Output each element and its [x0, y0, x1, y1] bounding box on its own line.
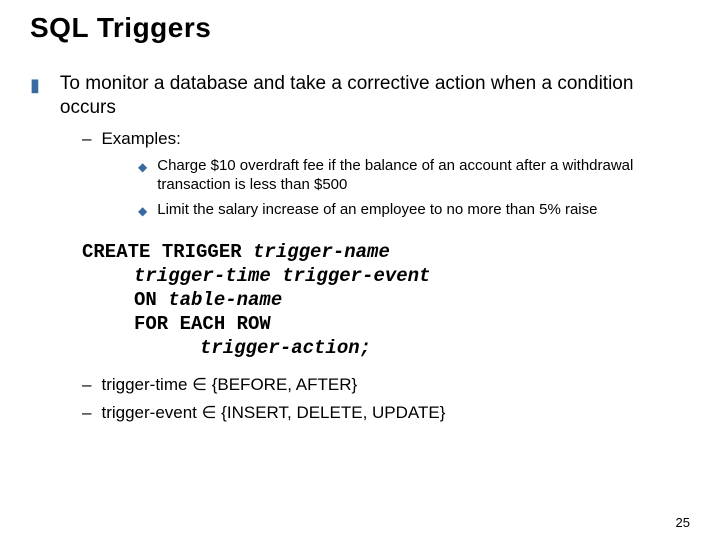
code-block: CREATE TRIGGER trigger-name trigger-time… [30, 240, 690, 360]
set-label: trigger-event [101, 403, 196, 422]
page-number: 25 [676, 515, 690, 530]
bullet-level-3: ◆ Charge $10 overdraft fee if the balanc… [138, 156, 690, 194]
dash-bullet-icon: – [82, 374, 91, 396]
code-line: trigger-action; [200, 336, 690, 360]
set-values: {INSERT, DELETE, UPDATE} [221, 403, 445, 422]
examples-label: Examples: [101, 128, 180, 150]
bullet-level-1: ▮ To monitor a database and take a corre… [30, 72, 690, 120]
main-point-text: To monitor a database and take a correct… [60, 72, 690, 120]
bullet-level-2: – trigger-event ∈ {INSERT, DELETE, UPDAT… [82, 402, 690, 424]
code-line: ON table-name [134, 288, 690, 312]
set-label: trigger-time [101, 375, 187, 394]
code-line: FOR EACH ROW [134, 312, 690, 336]
example-text: Limit the salary increase of an employee… [157, 200, 690, 220]
code-keyword: ON [134, 289, 168, 311]
code-keyword: CREATE TRIGGER [82, 241, 253, 263]
set-definition: trigger-time ∈ {BEFORE, AFTER} [101, 374, 357, 396]
code-line: trigger-time trigger-event [134, 264, 690, 288]
example-text: Charge $10 overdraft fee if the balance … [157, 156, 690, 194]
diamond-bullet-icon: ◆ [138, 158, 147, 194]
code-placeholder: trigger-name [253, 241, 390, 263]
dash-bullet-icon: – [82, 402, 91, 424]
set-definition: trigger-event ∈ {INSERT, DELETE, UPDATE} [101, 402, 445, 424]
set-values: {BEFORE, AFTER} [212, 375, 358, 394]
slide-title: SQL Triggers [30, 12, 690, 44]
bullet-level-3: ◆ Limit the salary increase of an employ… [138, 200, 690, 220]
bullet-level-2: – trigger-time ∈ {BEFORE, AFTER} [82, 374, 690, 396]
code-line: CREATE TRIGGER trigger-name [82, 240, 690, 264]
diamond-bullet-icon: ◆ [138, 202, 147, 220]
code-placeholder: table-name [168, 289, 282, 311]
slide: SQL Triggers ▮ To monitor a database and… [0, 0, 720, 540]
dash-bullet-icon: – [82, 128, 91, 150]
bar-bullet-icon: ▮ [30, 73, 40, 120]
bullet-level-2: – Examples: [82, 128, 690, 150]
